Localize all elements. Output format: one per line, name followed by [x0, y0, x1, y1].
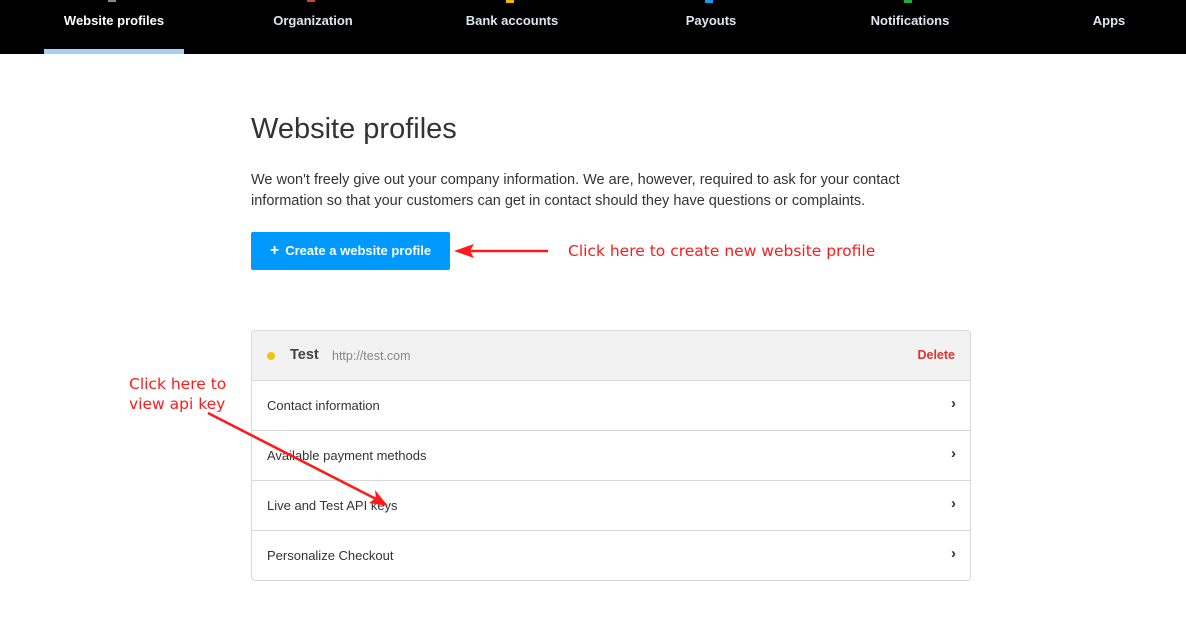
- tab-bank-accounts[interactable]: Bank accounts: [442, 0, 582, 54]
- row-payment-methods[interactable]: Available payment methods ›: [252, 431, 970, 481]
- tab-organization[interactable]: Organization: [243, 0, 383, 54]
- tab-label: Organization: [273, 13, 353, 28]
- tab-label: Website profiles: [63, 13, 165, 28]
- row-personalize-checkout[interactable]: Personalize Checkout ›: [252, 531, 970, 580]
- api-annotation-line2: view api key: [129, 395, 226, 413]
- row-contact-information[interactable]: Contact information ›: [252, 381, 970, 431]
- row-label: Personalize Checkout: [267, 548, 394, 563]
- profile-card: Test http://test.com Delete Contact info…: [251, 330, 971, 581]
- button-label: Create a website profile: [285, 243, 432, 258]
- chevron-right-icon: ›: [951, 445, 956, 462]
- tab-label: Payouts: [685, 13, 737, 28]
- tab-icon: [705, 0, 713, 3]
- profile-header: Test http://test.com Delete: [252, 331, 970, 381]
- create-annotation: Click here to create new website profile: [568, 242, 876, 260]
- row-api-keys[interactable]: Live and Test API keys ›: [252, 481, 970, 531]
- intro-text: We won't freely give out your company in…: [251, 172, 900, 209]
- tab-label: Notifications: [870, 13, 950, 28]
- row-label: Available payment methods: [267, 448, 427, 463]
- tab-icon: [307, 0, 315, 2]
- api-annotation-line1: Click here to: [129, 375, 227, 393]
- tab-apps[interactable]: Apps: [1039, 0, 1179, 54]
- tab-icon: [108, 0, 116, 2]
- api-annotation: Click here to view api key: [129, 374, 226, 414]
- status-dot-icon: [267, 352, 275, 360]
- plus-icon: +: [269, 242, 280, 259]
- row-label: Contact information: [267, 398, 380, 413]
- tab-icon: [506, 0, 514, 3]
- tab-icon: [904, 0, 912, 3]
- page-title: Website profiles: [251, 113, 457, 145]
- arrow-to-create-button: [454, 244, 548, 258]
- tab-payouts[interactable]: Payouts: [641, 0, 781, 54]
- top-nav: Website profiles Organization Bank accou…: [0, 0, 1186, 54]
- tab-website-profiles[interactable]: Website profiles: [44, 0, 184, 54]
- tab-notifications[interactable]: Notifications: [840, 0, 980, 54]
- create-website-profile-button[interactable]: + Create a website profile: [251, 232, 450, 270]
- tab-label: Apps: [1092, 13, 1126, 28]
- chevron-right-icon: ›: [951, 545, 956, 562]
- profile-name: Test: [290, 347, 319, 363]
- tab-label: Bank accounts: [465, 13, 559, 28]
- chevron-right-icon: ›: [951, 395, 956, 412]
- row-label: Live and Test API keys: [267, 498, 398, 513]
- delete-button[interactable]: Delete: [917, 348, 955, 362]
- profile-url[interactable]: http://test.com: [332, 349, 411, 363]
- chevron-right-icon: ›: [951, 495, 956, 512]
